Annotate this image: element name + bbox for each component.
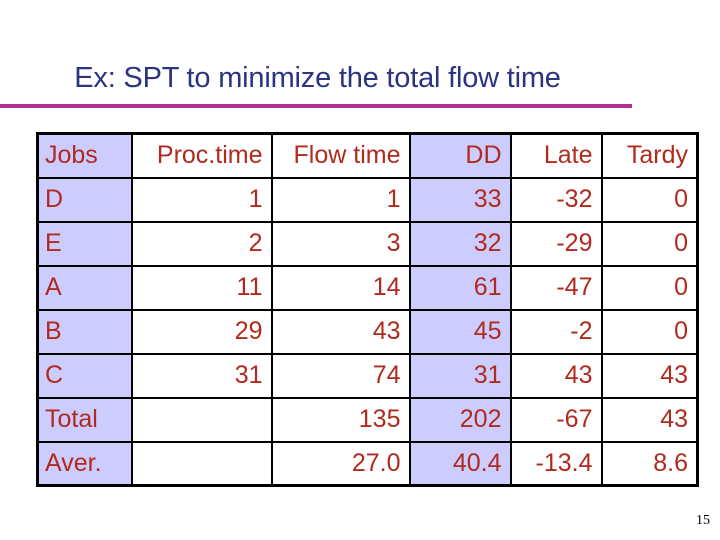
spt-table: Jobs Proc.time Flow time DD Late Tardy D… [36,132,699,487]
table-row: D 1 1 33 -32 0 [36,176,699,223]
cell-proc-time: 11 [130,264,273,311]
cell-due-date: 45 [408,308,512,355]
table-row: B 29 43 45 -2 0 [36,308,699,355]
cell-due-date: 40.4 [408,440,512,487]
cell-proc-time: 31 [130,352,273,399]
table-row: A 11 14 61 -47 0 [36,264,699,311]
cell-tardy: 0 [600,264,699,311]
cell-flow-time: 1 [270,176,411,223]
header-due-date: DD [408,132,512,179]
cell-tardy: 0 [600,308,699,355]
header-tardy: Tardy [600,132,699,179]
table-total-row: Total 135 202 -67 43 [36,396,699,443]
header-proc-time: Proc.time [130,132,273,179]
cell-tardy: 43 [600,352,699,399]
cell-flow-time: 74 [270,352,411,399]
cell-job: E [36,220,133,267]
cell-late: 43 [509,352,603,399]
cell-flow-time: 43 [270,308,411,355]
slide-title: Ex: SPT to minimize the total flow time [74,62,561,94]
cell-tardy: 8.6 [600,440,699,487]
cell-tardy: 0 [600,220,699,267]
cell-due-date: 61 [408,264,512,311]
cell-due-date: 31 [408,352,512,399]
cell-flow-time: 135 [270,396,411,443]
cell-late: -32 [509,176,603,223]
table-average-row: Aver. 27.0 40.4 -13.4 8.6 [36,440,699,487]
cell-tardy: 43 [600,396,699,443]
cell-job: C [36,352,133,399]
header-jobs: Jobs [36,132,133,179]
cell-tardy: 0 [600,176,699,223]
cell-flow-time: 3 [270,220,411,267]
cell-proc-time [130,396,273,443]
cell-proc-time: 2 [130,220,273,267]
cell-flow-time: 14 [270,264,411,311]
cell-job: A [36,264,133,311]
cell-job: B [36,308,133,355]
header-flow-time: Flow time [270,132,411,179]
cell-proc-time: 29 [130,308,273,355]
cell-late: -13.4 [509,440,603,487]
cell-proc-time [130,440,273,487]
table-header-row: Jobs Proc.time Flow time DD Late Tardy [36,132,699,179]
cell-late: -67 [509,396,603,443]
table-row: C 31 74 31 43 43 [36,352,699,399]
cell-due-date: 33 [408,176,512,223]
table-row: E 2 3 32 -29 0 [36,220,699,267]
cell-due-date: 202 [408,396,512,443]
cell-total-label: Total [36,396,133,443]
cell-proc-time: 1 [130,176,273,223]
cell-flow-time: 27.0 [270,440,411,487]
page-number: 15 [696,513,710,528]
cell-due-date: 32 [408,220,512,267]
cell-late: -47 [509,264,603,311]
cell-job: D [36,176,133,223]
cell-late: -2 [509,308,603,355]
cell-average-label: Aver. [36,440,133,487]
cell-late: -29 [509,220,603,267]
title-underline [0,104,632,108]
header-late: Late [509,132,603,179]
